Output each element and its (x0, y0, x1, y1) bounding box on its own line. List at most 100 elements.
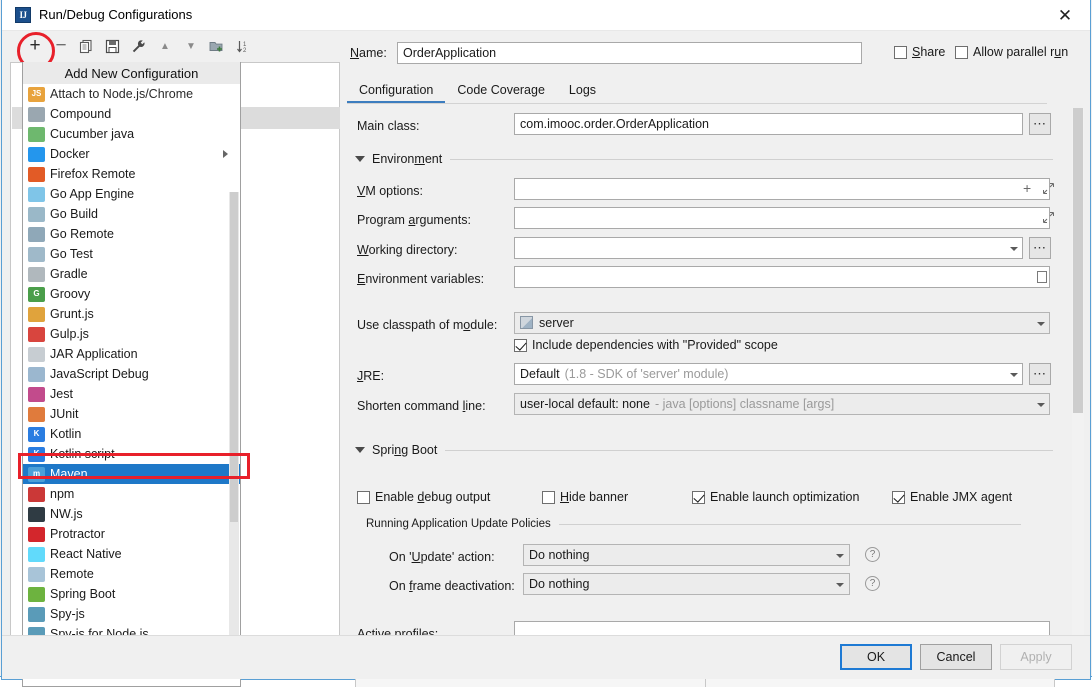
enable-launch-optimization-checkbox[interactable]: Enable launch optimization (692, 490, 859, 504)
enable-debug-output-checkbox[interactable]: Enable debug output (357, 490, 490, 504)
spring-boot-section-header[interactable]: Spring Boot (355, 443, 1053, 457)
tab-configuration[interactable]: Configuration (347, 81, 446, 104)
configuration-type-item[interactable]: NW.js (23, 504, 240, 524)
configuration-panel-scrollbar[interactable] (1072, 108, 1084, 654)
configuration-type-item[interactable]: Jest (23, 384, 240, 404)
vm-options-expand-icon[interactable] (1043, 183, 1054, 194)
configuration-type-item[interactable]: Spring Boot (23, 584, 240, 604)
environment-section-header[interactable]: Environment (355, 152, 1053, 166)
allow-parallel-run-checkbox[interactable]: Allow parallel run (955, 45, 1068, 59)
share-checkbox[interactable]: Share (894, 45, 945, 59)
configuration-type-item[interactable]: JAR Application (23, 344, 240, 364)
tab-code-coverage[interactable]: Code Coverage (445, 81, 557, 104)
configuration-type-item[interactable]: Gulp.js (23, 324, 240, 344)
jre-chevron-down-icon[interactable] (1010, 373, 1018, 377)
on-frame-deactivation-chevron-down-icon[interactable] (836, 583, 844, 587)
enable-jmx-agent-checkbox[interactable]: Enable JMX agent (892, 490, 1012, 504)
configuration-type-item[interactable]: Remote (23, 564, 240, 584)
copy-configuration-button[interactable] (75, 35, 97, 57)
main-class-browse-button[interactable]: ⋯ (1029, 113, 1051, 135)
configuration-type-item[interactable]: Docker (23, 144, 240, 164)
groovy-icon: G (28, 286, 45, 302)
configuration-type-item[interactable]: npm (23, 484, 240, 504)
program-arguments-expand-icon[interactable] (1043, 212, 1054, 223)
configuration-type-list[interactable]: JS Attach to Node.js/Chrome Compound Cucumb… (23, 84, 240, 686)
configuration-type-item[interactable]: JS Attach to Node.js/Chrome (23, 84, 240, 104)
configuration-type-item[interactable]: JUnit (23, 404, 240, 424)
configuration-form: Name: Share Allow parallel run Configura… (347, 34, 1087, 687)
environment-variables-edit-icon[interactable] (1037, 271, 1047, 283)
on-update-action-help-icon[interactable]: ? (865, 547, 880, 562)
configuration-type-item[interactable]: Go Build (23, 204, 240, 224)
classpath-module-combo[interactable]: server (514, 312, 1050, 334)
move-down-button[interactable]: ▼ (180, 35, 202, 57)
add-new-configuration-popup[interactable]: Add New Configuration JS Attach to Node.j… (22, 62, 241, 687)
configuration-name-input[interactable] (397, 42, 862, 64)
hide-banner-checkbox-box[interactable] (542, 490, 555, 504)
vm-options-add-icon[interactable]: + (1023, 180, 1031, 196)
environment-variables-input[interactable] (514, 266, 1050, 288)
submenu-arrow-icon (223, 150, 228, 158)
configuration-tabs[interactable]: Configuration Code Coverage Logs (347, 76, 1047, 104)
cancel-button[interactable]: Cancel (920, 644, 992, 670)
configuration-panel-scrollbar-thumb[interactable] (1073, 108, 1083, 413)
jre-browse-button[interactable]: ⋯ (1029, 363, 1051, 385)
add-configuration-button[interactable]: + (24, 35, 46, 57)
working-directory-chevron-down-icon[interactable] (1010, 247, 1018, 251)
configuration-type-item[interactable]: Gradle (23, 264, 240, 284)
on-frame-deactivation-help-icon[interactable]: ? (865, 576, 880, 591)
configuration-type-item[interactable]: K Kotlin (23, 424, 240, 444)
shorten-command-line-chevron-down-icon[interactable] (1037, 403, 1045, 407)
configuration-type-item[interactable]: Compound (23, 104, 240, 124)
working-directory-input[interactable] (514, 237, 1023, 259)
main-class-input[interactable]: com.imooc.order.OrderApplication (514, 113, 1023, 135)
enable-launch-optimization-checkbox-box[interactable] (692, 490, 705, 504)
program-arguments-input[interactable] (514, 207, 1050, 229)
close-icon[interactable]: ✕ (1048, 4, 1082, 28)
new-folder-button[interactable] (206, 35, 228, 57)
on-update-action-combo[interactable]: Do nothing (523, 544, 850, 566)
apply-button[interactable]: Apply (1000, 644, 1072, 670)
save-configuration-button[interactable] (101, 35, 123, 57)
configuration-type-item[interactable]: K Kotlin script (23, 444, 240, 464)
configuration-type-item[interactable]: m Maven (23, 464, 240, 484)
enable-jmx-agent-checkbox-box[interactable] (892, 490, 905, 504)
vm-options-input[interactable] (514, 178, 1050, 200)
configuration-type-item[interactable]: Go Remote (23, 224, 240, 244)
configuration-type-item[interactable]: Firefox Remote (23, 164, 240, 184)
classpath-module-label: Use classpath of module: (357, 318, 498, 332)
sort-button[interactable]: 1 2 (232, 35, 254, 57)
on-frame-deactivation-combo[interactable]: Do nothing (523, 573, 850, 595)
configuration-type-item[interactable]: React Native (23, 544, 240, 564)
enable-debug-output-checkbox-box[interactable] (357, 490, 370, 504)
configuration-type-item[interactable]: Go App Engine (23, 184, 240, 204)
on-frame-deactivation-label: On frame deactivation: (389, 579, 515, 593)
popup-scrollbar[interactable] (229, 192, 239, 662)
move-up-button[interactable]: ▲ (154, 35, 176, 57)
include-dependencies-checkbox-box[interactable] (514, 338, 527, 352)
allow-parallel-run-checkbox-box[interactable] (955, 45, 968, 59)
jre-combo[interactable]: Default (1.8 - SDK of 'server' module) (514, 363, 1023, 385)
popup-scrollbar-thumb[interactable] (230, 192, 238, 522)
configuration-type-item[interactable]: Protractor (23, 524, 240, 544)
include-dependencies-checkbox[interactable]: Include dependencies with "Provided" sco… (514, 338, 778, 352)
hide-banner-checkbox[interactable]: Hide banner (542, 490, 628, 504)
configuration-type-item[interactable]: G Groovy (23, 284, 240, 304)
configuration-type-item[interactable]: Grunt.js (23, 304, 240, 324)
on-update-action-chevron-down-icon[interactable] (836, 554, 844, 558)
main-class-label: Main class: (357, 119, 420, 133)
tab-logs[interactable]: Logs (557, 81, 608, 104)
shorten-command-line-combo[interactable]: user-local default: none - java [options… (514, 393, 1050, 415)
working-directory-browse-button[interactable]: ⋯ (1029, 237, 1051, 259)
configuration-type-item[interactable]: JavaScript Debug (23, 364, 240, 384)
ok-button[interactable]: OK (840, 644, 912, 670)
configuration-type-item[interactable]: Cucumber java (23, 124, 240, 144)
chevron-down-icon (355, 156, 365, 162)
configuration-type-label: JavaScript Debug (50, 366, 149, 381)
edit-templates-button[interactable] (127, 35, 149, 57)
configuration-type-item[interactable]: Spy-js (23, 604, 240, 624)
classpath-module-chevron-down-icon[interactable] (1037, 322, 1045, 326)
remove-configuration-button[interactable]: − (50, 35, 72, 57)
configuration-type-item[interactable]: Go Test (23, 244, 240, 264)
share-checkbox-box[interactable] (894, 45, 907, 59)
